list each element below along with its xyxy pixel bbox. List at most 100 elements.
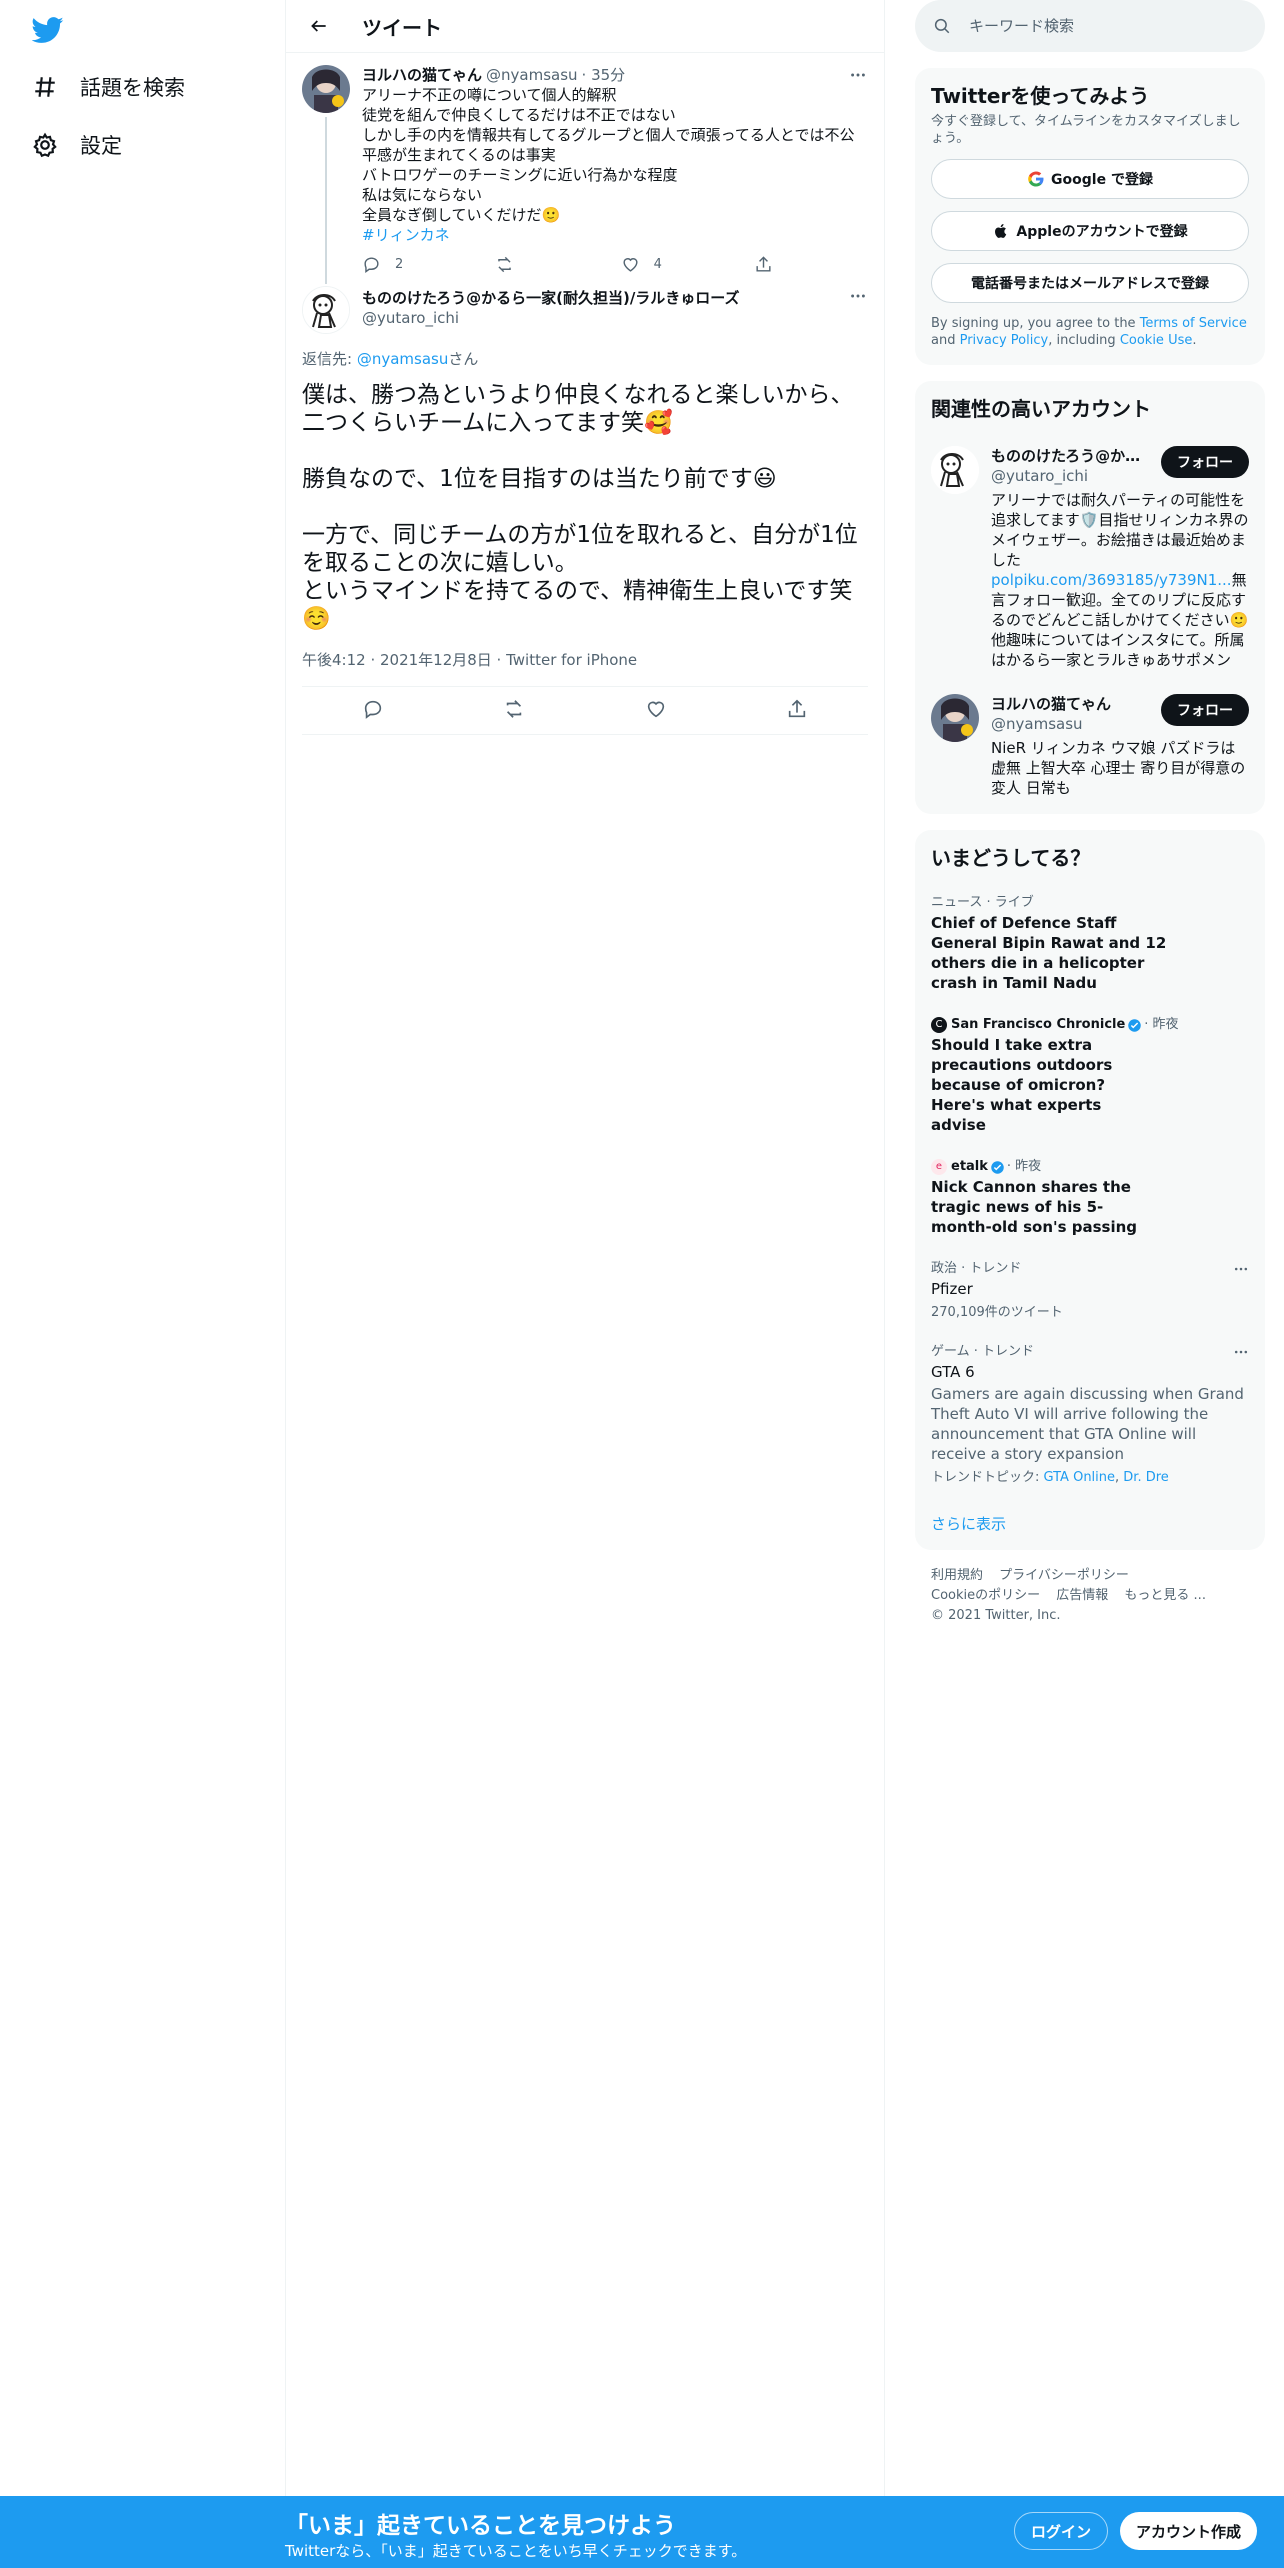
- trend-item[interactable]: 政治 · トレンド Pfizer 270,109件のツイート: [915, 1249, 1265, 1332]
- retweet-button[interactable]: [503, 698, 525, 724]
- sf-chronicle-logo-icon: C: [931, 1017, 947, 1033]
- trend-item[interactable]: C San Francisco Chronicle · 昨夜 Should I …: [915, 1005, 1265, 1147]
- trend-item[interactable]: ゲーム · トレンド GTA 6 Gamers are again discus…: [915, 1332, 1265, 1497]
- tweet-line: しかし手の内を情報共有してるグループと個人で頑張ってる人とでは不公平感が生まれて…: [362, 126, 855, 164]
- share-icon: [789, 699, 806, 717]
- tweet-actions: 2 4: [362, 255, 787, 274]
- cookie-use-link[interactable]: Cookie Use: [1120, 333, 1193, 348]
- signup-card: Twitterを使ってみよう 今すぐ登録して、タイムラインをカスタマイズしましょ…: [915, 68, 1265, 365]
- trend-title: GTA 6: [931, 1363, 975, 1381]
- tweet-line: 私は気にならない: [362, 186, 483, 204]
- search-input[interactable]: [969, 17, 1229, 35]
- tweet-line: アリーナ不正の噂について個人的解釈: [362, 86, 617, 104]
- footer-link[interactable]: 広告情報: [1056, 1588, 1108, 1603]
- terms-text: By signing up, you agree to the Terms of…: [915, 303, 1265, 349]
- trend-time: · 昨夜: [1006, 1159, 1042, 1174]
- parent-tweet[interactable]: ヨルハの猫てゃん @nyamsasu · 35分 アリーナ不正の噂について個人的…: [286, 53, 884, 284]
- footer-link[interactable]: 利用規約: [931, 1568, 983, 1583]
- reply-handle-link[interactable]: @nyamsasu: [357, 350, 449, 368]
- trend-context: 政治 · トレンド: [931, 1261, 1022, 1276]
- trend-item[interactable]: e etalk · 昨夜 Nick Cannon shares the trag…: [915, 1147, 1265, 1249]
- topics-label: トレンドトピック:: [931, 1470, 1044, 1485]
- apple-signup-button[interactable]: Appleのアカウントで登録: [931, 211, 1249, 251]
- nav-explore[interactable]: 話題を検索: [32, 62, 185, 112]
- share-icon: [756, 256, 771, 272]
- heart-icon: [623, 258, 638, 272]
- avatar[interactable]: [931, 446, 979, 494]
- left-navigation: 話題を検索 設定: [0, 0, 285, 2496]
- topic-link[interactable]: Dr. Dre: [1123, 1470, 1169, 1485]
- tweet-line: バトロワゲーのチーミングに近い行為かな程度: [362, 166, 678, 184]
- trend-topics: トレンドトピック: GTA Online, Dr. Dre: [931, 1466, 1249, 1485]
- trend-time: · 昨夜: [1144, 1017, 1179, 1032]
- terms-of-service-link[interactable]: Terms of Service: [1140, 316, 1247, 331]
- tweet-meta[interactable]: 午後4:12 · 2021年12月8日 · Twitter for iPhone: [302, 649, 868, 687]
- bio-link[interactable]: polpiku.com/3693185/y739N1...: [991, 571, 1232, 589]
- login-button[interactable]: ログイン: [1014, 2512, 1109, 2550]
- tweet-time[interactable]: · 35分: [582, 65, 626, 85]
- retweet-button[interactable]: [495, 255, 528, 274]
- bottom-bar-title: 「いま」起きていることを見つけよう: [285, 2513, 676, 2539]
- share-button[interactable]: [754, 255, 787, 274]
- verified-badge-icon: [1128, 1018, 1142, 1032]
- search-box[interactable]: [915, 0, 1265, 52]
- avatar[interactable]: [302, 65, 350, 113]
- phone-email-signup-button[interactable]: 電話番号またはメールアドレスで登録: [931, 263, 1249, 303]
- like-button[interactable]: 4: [621, 255, 662, 274]
- more-options-button[interactable]: [848, 286, 868, 306]
- avatar[interactable]: [302, 286, 350, 334]
- nav-settings[interactable]: 設定: [32, 120, 122, 170]
- author-handle[interactable]: @yutaro_ichi: [362, 308, 740, 328]
- related-accounts-card: 関連性の高いアカウント もののけたろう@か... @yutaro_ichi アリ…: [915, 381, 1265, 814]
- trend-title: Chief of Defence Staff General Bipin Raw…: [931, 914, 1167, 992]
- google-signup-button[interactable]: Google で登録: [931, 159, 1249, 199]
- bottom-signup-bar: 「いま」起きていることを見つけよう Twitterなら、「いま」起きていることを…: [0, 2496, 1284, 2568]
- author-name[interactable]: もののけたろう@かるら一家(耐久担当)/ラルきゅローズ: [362, 288, 740, 308]
- trend-item[interactable]: ニュース · ライブ Chief of Defence Staff Genera…: [915, 883, 1265, 1005]
- focused-tweet: もののけたろう@かるら一家(耐久担当)/ラルきゅローズ @yutaro_ichi…: [286, 284, 884, 735]
- hashtag-icon: [32, 74, 58, 100]
- tweet-actions: [302, 687, 868, 735]
- google-signup-label: Google で登録: [1051, 172, 1153, 188]
- footer-link[interactable]: もっと見る ...: [1124, 1588, 1206, 1603]
- tweet-line: 全員なぎ倒していくだけだ🙂: [362, 206, 561, 224]
- signup-title: Twitterを使ってみよう: [931, 84, 1150, 108]
- thread-line: [325, 117, 327, 284]
- reply-button[interactable]: 2: [362, 255, 403, 274]
- main-header: ツイート: [286, 0, 884, 53]
- author-name[interactable]: ヨルハの猫てゃん: [362, 65, 482, 85]
- account-item[interactable]: もののけたろう@か... @yutaro_ichi アリーナでは耐久パーティの可…: [915, 434, 1265, 682]
- topic-link[interactable]: GTA Online: [1044, 1470, 1116, 1485]
- terms-prefix: By signing up, you agree to the: [931, 316, 1140, 331]
- create-account-button[interactable]: アカウント作成: [1120, 2512, 1258, 2550]
- like-button[interactable]: [645, 698, 667, 724]
- related-title: 関連性の高いアカウント: [931, 397, 1151, 421]
- signup-subtitle: 今すぐ登録して、タイムラインをカスタマイズしましょう。: [931, 114, 1241, 146]
- show-more-link[interactable]: さらに表示: [915, 1497, 1265, 1550]
- more-options-button[interactable]: [848, 65, 868, 85]
- tweet-line: 徒党を組んで仲良くしてるだけは不正ではない: [362, 106, 676, 124]
- follow-button[interactable]: フォロー: [1161, 694, 1249, 726]
- account-name[interactable]: もののけたろう@か...: [991, 446, 1141, 466]
- more-dots-icon: [851, 73, 865, 77]
- author-handle[interactable]: @nyamsasu: [486, 65, 578, 85]
- more-dots-icon: [1234, 1267, 1248, 1271]
- account-item[interactable]: ヨルハの猫てゃん @nyamsasu NieR リィンカネ ウマ娘 パズドラは虚…: [915, 682, 1265, 814]
- footer-link[interactable]: プライバシーポリシー: [999, 1568, 1129, 1583]
- avatar[interactable]: [931, 694, 979, 742]
- reply-button[interactable]: [362, 698, 384, 724]
- verified-badge-icon: [991, 1160, 1004, 1174]
- account-name[interactable]: ヨルハの猫てゃん: [991, 694, 1141, 714]
- share-button[interactable]: [786, 698, 808, 724]
- back-button[interactable]: [302, 9, 336, 43]
- hashtag-link[interactable]: #リィンカネ: [362, 225, 868, 245]
- trend-more-button[interactable]: [1233, 1344, 1249, 1364]
- page-title: ツイート: [362, 15, 442, 40]
- footer-link[interactable]: Cookieのポリシー: [931, 1588, 1040, 1603]
- follow-button[interactable]: フォロー: [1161, 446, 1249, 478]
- privacy-policy-link[interactable]: Privacy Policy: [960, 333, 1049, 348]
- twitter-logo-icon[interactable]: [31, 14, 64, 46]
- trend-more-button[interactable]: [1233, 1261, 1249, 1281]
- google-icon: [1028, 171, 1044, 187]
- reply-suffix: さん: [448, 350, 479, 368]
